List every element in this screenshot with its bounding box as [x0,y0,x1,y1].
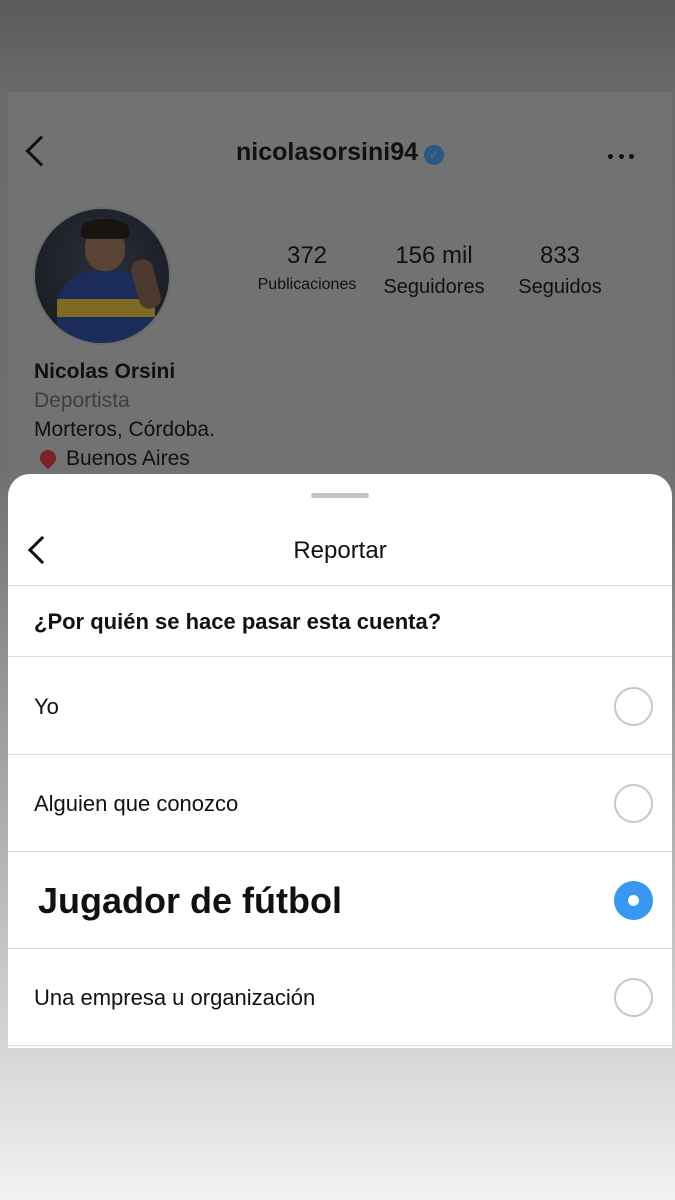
report-question: ¿Por quién se hace pasar esta cuenta? [8,587,672,657]
sheet-title: Reportar [293,537,387,564]
stat-posts[interactable]: 372 Publicaciones [243,242,371,294]
option-label: Alguien que conozco [34,791,239,816]
profile-username: nicolasorsini94 [235,138,419,166]
option-yo[interactable]: Yo [8,658,672,755]
profile-screen: nicolasorsini94 ✓ 372 Publicaciones 156 m… [8,92,672,512]
avatar[interactable] [33,207,171,345]
profile-top-bar: nicolasorsini94 ✓ [8,120,672,170]
profile-bio: Nicolas Orsini Deportista Morteros, Córd… [34,357,215,473]
radio-button[interactable] [614,687,653,726]
option-alguien-que-conozco[interactable]: Alguien que conozco [8,755,672,852]
radio-button[interactable] [614,784,653,823]
verified-badge-icon: ✓ [424,145,445,165]
option-label: Jugador de fútbol [38,880,342,921]
following-count: 833 [539,242,581,269]
option-label: Yo [34,694,59,719]
followers-label: Seguidores [383,276,485,298]
followers-count: 156 mil [395,242,473,269]
option-jugador-de-futbol[interactable]: Jugador de fútbol [8,852,672,949]
sheet-header: Reportar [8,514,672,586]
report-sheet: Reportar ¿Por quién se hace pasar esta c… [8,474,672,1048]
profile-name: Nicolas Orsini [34,360,176,383]
option-empresa-u-organizacion[interactable]: Una empresa u organización [8,949,672,1046]
posts-count: 372 [286,242,328,269]
location-text: Buenos Aires [66,447,190,470]
more-options-icon[interactable] [608,154,634,160]
option-label: Una empresa u organización [34,985,316,1010]
profile-category: Deportista [34,389,130,412]
radio-button-selected[interactable] [614,881,653,920]
location-pin-icon [36,446,60,470]
radio-button[interactable] [614,978,653,1017]
sheet-drag-handle[interactable] [311,493,369,498]
stat-followers[interactable]: 156 mil Seguidores [371,242,497,299]
following-label: Seguidos [518,276,602,298]
posts-label: Publicaciones [257,276,357,293]
profile-stats: 372 Publicaciones 156 mil Seguidores 833… [243,242,623,312]
stat-following[interactable]: 833 Seguidos [497,242,623,299]
profile-username-container: nicolasorsini94 ✓ [8,138,672,167]
bio-location: Buenos Aires [34,444,215,473]
bio-text: Morteros, Córdoba. [34,418,215,441]
